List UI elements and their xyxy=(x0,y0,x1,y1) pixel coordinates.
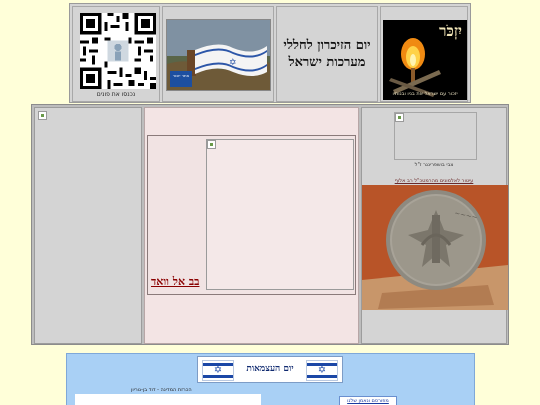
broken-image-icon xyxy=(395,113,404,122)
qr-code-icon[interactable] xyxy=(80,13,156,89)
yizkor-caption: יזכור עם ישראל את בניו ובנותיו xyxy=(392,91,458,97)
left-column xyxy=(34,107,142,344)
flag-badge: אתר יזכור xyxy=(170,71,192,87)
title-cell: יום הזיכרון לחללי מערכות ישראל xyxy=(276,6,378,102)
header-banner: נכנסו את פונים ✡ אתר יזכור יום הזיכרון ל… xyxy=(69,3,471,103)
page-title-line1: יום הזיכרון לחללי xyxy=(283,38,371,53)
featured-frame: בב אל וואד xyxy=(147,135,356,295)
yizkor-image[interactable]: יִזְכֹּר יזכור עם ישראל את בניו ובנותיו xyxy=(383,20,467,100)
medal-photo[interactable]: ~~~~ xyxy=(362,185,508,310)
portrait-caption: צבי בושפרינגר ז"ל xyxy=(414,162,454,168)
yizkor-cell: יִזְכֹּר יזכור עם ישראל את בניו ובנותיו xyxy=(380,6,468,102)
medal-caption-link[interactable]: עיטור לאלמונים מהרמטכ"ל רב אלוף xyxy=(362,178,506,184)
israel-flag-icon: ✡ xyxy=(306,360,338,381)
main-table: בב אל וואד צבי בושפרינגר ז"ל עיטור לאלמו… xyxy=(31,104,509,345)
featured-title-link[interactable]: בב אל וואד xyxy=(151,275,199,288)
qr-caption: נכנסו את פונים xyxy=(96,91,136,98)
broken-image-icon xyxy=(207,140,216,149)
medal-photo-art: ~~~~ xyxy=(362,185,508,310)
right-column: צבי בושפרינגר ז"ל עיטור לאלמונים מהרמטכ"… xyxy=(361,107,508,344)
yizkor-word: יִזְכֹּר xyxy=(439,22,462,40)
broken-image-icon[interactable] xyxy=(38,111,47,120)
qr-cell: נכנסו את פונים xyxy=(72,6,160,102)
center-column: בב אל וואד xyxy=(144,107,359,344)
independence-banner[interactable]: ✡ יום העצמאות ✡ xyxy=(197,356,343,383)
israel-flag-icon: ✡ xyxy=(202,360,234,381)
banner-title: יום העצמאות xyxy=(246,364,294,374)
flag-photo[interactable]: ✡ אתר יזכור xyxy=(166,19,271,91)
portrait-image[interactable] xyxy=(394,112,477,160)
page-title-line2: מערכות ישראל xyxy=(288,55,366,70)
declaration-caption: הכרזת המדינה - דוד בן-גוריון xyxy=(131,387,192,393)
bottom-link[interactable]: מפורסם ונאמן שלנו xyxy=(339,396,397,405)
featured-image[interactable] xyxy=(206,139,354,290)
independence-section: ✡ יום העצמאות ✡ הכרזת המדינה - דוד בן-גו… xyxy=(66,353,475,405)
flag-cell: ✡ אתר יזכור xyxy=(162,6,274,102)
svg-text:✡: ✡ xyxy=(229,58,237,68)
declaration-image[interactable] xyxy=(75,394,261,405)
